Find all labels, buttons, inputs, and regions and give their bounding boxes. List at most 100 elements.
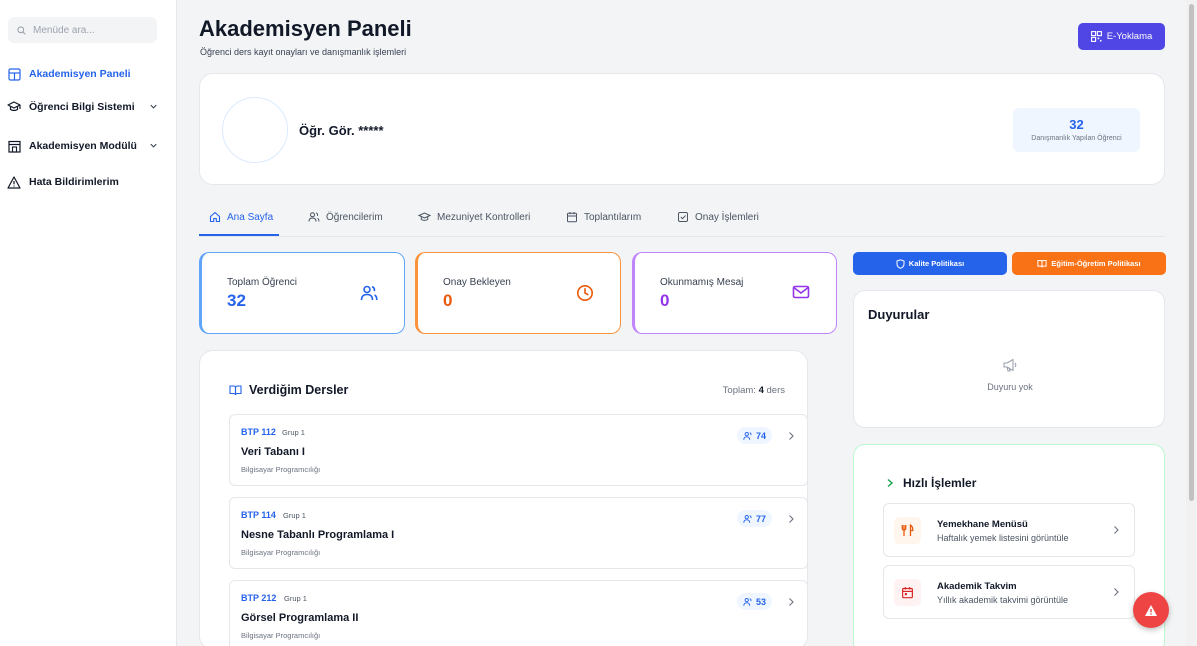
chevron-down-icon[interactable]	[149, 102, 158, 111]
course-item[interactable]: BTP 112 Grup 1 Veri Tabanı I Bilgisayar …	[229, 414, 807, 486]
stat-title: Onay Bekleyen	[443, 277, 511, 288]
announcements-card: Duyurular Duyuru yok	[853, 290, 1165, 428]
sidebar-item-error-reports[interactable]: Hata Bildirimlerim	[7, 175, 167, 189]
tab-graduation-checks[interactable]: Mezuniyet Kontrolleri	[418, 211, 530, 223]
advised-students-box: 32 Danışmanlık Yapılan Öğrenci	[1013, 108, 1140, 152]
quick-action-cafeteria-menu[interactable]: Yemekhane Menüsü Haftalık yemek listesin…	[883, 503, 1135, 557]
course-department: Bilgisayar Programcılığı	[241, 465, 321, 474]
sidebar: Menüde ara... Akademisyen Paneli Öğrenci…	[0, 0, 177, 646]
student-count-badge: 77	[737, 510, 773, 527]
tab-meetings[interactable]: Toplantılarım	[566, 211, 641, 223]
student-count: 77	[756, 513, 767, 524]
student-count-badge: 74	[737, 427, 773, 444]
course-item[interactable]: BTP 212 Grup 1 Görsel Programlama II Bil…	[229, 580, 807, 646]
scrollbar-thumb[interactable]	[1189, 4, 1194, 501]
book-open-icon	[1037, 260, 1048, 268]
graduation-cap-icon	[418, 212, 431, 221]
course-code: BTP 212	[241, 593, 277, 603]
quick-actions-header: Hızlı İşlemler	[886, 476, 976, 490]
users-icon	[743, 597, 752, 606]
sidebar-item-label: Akademisyen Paneli	[29, 68, 131, 80]
e-yoklama-button[interactable]: E-Yoklama	[1078, 23, 1165, 50]
sidebar-item-student-info-system[interactable]: Öğrenci Bilgi Sistemi	[7, 100, 167, 114]
tab-home[interactable]: Ana Sayfa	[209, 211, 273, 223]
student-count: 74	[756, 430, 767, 441]
student-count: 53	[756, 596, 767, 607]
book-open-icon	[229, 385, 242, 396]
warning-icon	[1145, 604, 1157, 616]
sidebar-item-label: Akademisyen Modülü	[29, 140, 137, 152]
courses-total-count: 4	[758, 385, 764, 396]
course-group: Grup 1	[284, 594, 307, 603]
mail-icon	[792, 285, 810, 299]
page-scrollbar[interactable]	[1186, 0, 1197, 646]
quality-policy-button[interactable]: Kalite Politikası	[853, 252, 1007, 275]
users-icon	[360, 285, 378, 301]
check-square-icon	[678, 212, 688, 222]
courses-total-suffix: ders	[766, 385, 785, 396]
education-policy-label: Eğitim-Öğretim Politikası	[1051, 259, 1141, 268]
quick-action-title: Akademik Takvim	[937, 581, 1017, 592]
dashboard-icon	[7, 67, 21, 81]
quick-action-subtitle: Haftalık yemek listesini görüntüle	[937, 533, 1069, 543]
chevron-right-icon[interactable]	[787, 431, 795, 441]
courses-header: Verdiğim Dersler	[229, 383, 348, 397]
quick-actions-title: Hızlı İşlemler	[903, 476, 977, 490]
chevron-down-icon[interactable]	[149, 141, 158, 150]
course-code: BTP 114	[241, 510, 276, 520]
menu-search-input[interactable]: Menüde ara...	[8, 17, 157, 43]
stat-card-unread-messages: Okunmamış Mesaj 0	[632, 252, 837, 334]
course-department: Bilgisayar Programcılığı	[241, 548, 321, 557]
home-icon	[209, 211, 221, 223]
calendar-icon	[567, 212, 577, 223]
main-content: Akademisyen Paneli Öğrenci ders kayıt on…	[178, 0, 1186, 646]
quick-action-academic-calendar[interactable]: Akademik Takvim Yıllık akademik takvimi …	[883, 565, 1135, 619]
chevron-right-icon	[1114, 526, 1119, 534]
course-group: Grup 1	[282, 428, 305, 437]
avatar	[222, 97, 288, 163]
profile-name: Öğr. Gör. *****	[299, 123, 384, 138]
graduation-cap-icon	[7, 100, 21, 114]
report-error-button[interactable]	[1133, 592, 1169, 628]
shield-icon	[896, 258, 905, 269]
courses-total: Toplam: 4 ders	[723, 385, 785, 396]
quality-policy-label: Kalite Politikası	[908, 259, 965, 268]
tab-label: Onay İşlemleri	[695, 211, 759, 223]
tab-label: Ana Sayfa	[227, 211, 274, 223]
announcements-title: Duyurular	[868, 307, 930, 322]
menu-search-placeholder: Menüde ara...	[33, 24, 95, 36]
announcements-empty-text: Duyuru yok	[987, 382, 1033, 392]
stat-card-total-students: Toplam Öğrenci 32	[199, 252, 405, 334]
chevron-right-icon[interactable]	[787, 514, 795, 524]
clock-icon	[577, 285, 593, 301]
student-count-badge: 53	[737, 593, 773, 610]
chevron-right-icon[interactable]	[787, 597, 795, 607]
course-department: Bilgisayar Programcılığı	[241, 631, 321, 640]
sidebar-item-academic-module[interactable]: Akademisyen Modülü	[7, 139, 167, 153]
advised-count: 32	[1069, 117, 1084, 132]
users-icon	[743, 514, 752, 523]
utensils-icon	[894, 517, 921, 544]
stat-title: Okunmamış Mesaj	[660, 277, 744, 288]
tab-my-students[interactable]: Öğrencilerim	[308, 211, 383, 223]
search-icon	[17, 25, 26, 35]
stat-value: 0	[660, 291, 670, 310]
courses-title: Verdiğim Dersler	[249, 383, 349, 397]
users-icon	[308, 212, 320, 222]
quick-actions-card: Hızlı İşlemler Yemekhane Menüsü Haftalık…	[853, 444, 1165, 646]
stat-card-pending-approvals: Onay Bekleyen 0	[415, 252, 621, 334]
course-code: BTP 112	[241, 427, 276, 437]
course-item[interactable]: BTP 114 Grup 1 Nesne Tabanlı Programlama…	[229, 497, 807, 569]
tab-approvals[interactable]: Onay İşlemleri	[677, 211, 759, 223]
stat-title: Toplam Öğrenci	[227, 277, 298, 288]
course-group: Grup 1	[283, 511, 306, 520]
chevron-right-icon	[887, 478, 894, 488]
page-title: Akademisyen Paneli	[199, 16, 412, 41]
quick-action-subtitle: Yıllık akademik takvimi görüntüle	[937, 595, 1069, 605]
tab-label: Toplantılarım	[584, 211, 642, 223]
building-icon	[7, 139, 21, 153]
education-policy-button[interactable]: Eğitim-Öğretim Politikası	[1012, 252, 1166, 275]
sidebar-item-academic-panel[interactable]: Akademisyen Paneli	[7, 67, 167, 81]
active-tab-indicator	[199, 234, 279, 236]
course-name: Nesne Tabanlı Programlama I	[241, 529, 395, 541]
